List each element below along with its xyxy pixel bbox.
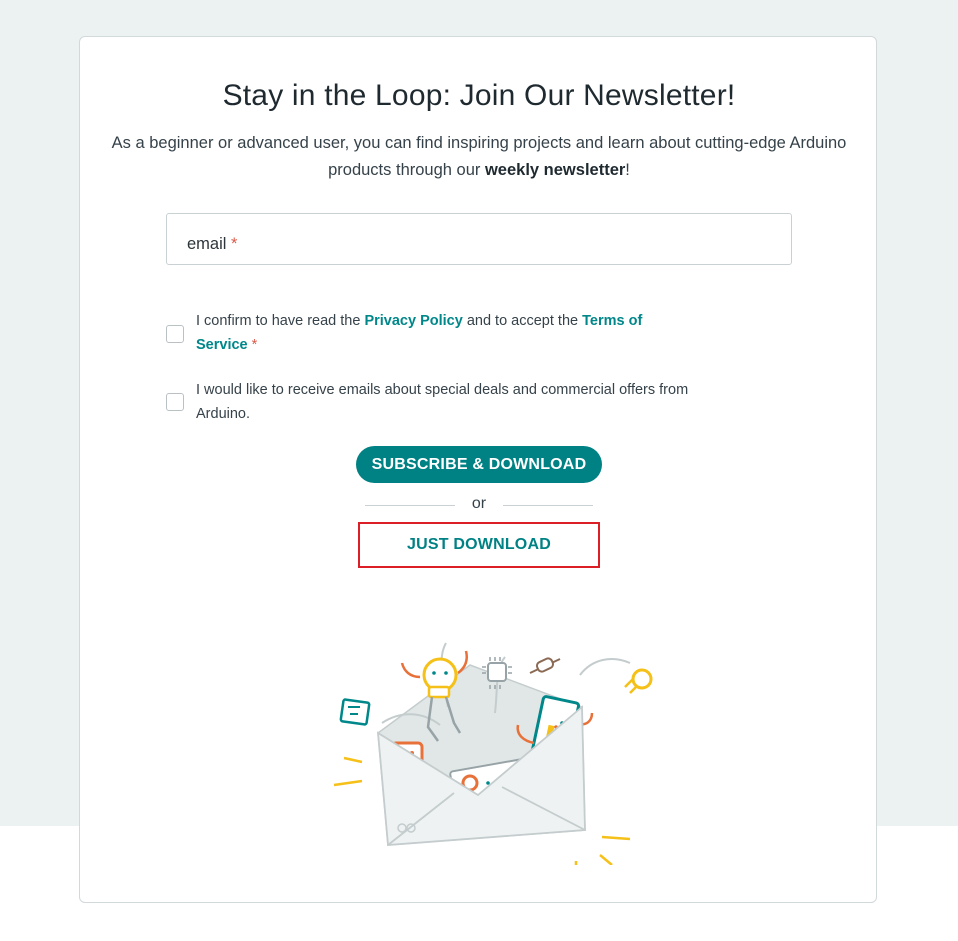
newsletter-title: Stay in the Loop: Join Our Newsletter! [222, 79, 736, 112]
divider-left [365, 505, 455, 506]
required-marker: * [251, 336, 258, 353]
email-label-text: email [187, 235, 227, 253]
subtitle-bold: weekly newsletter [484, 161, 626, 179]
privacy-text-before: I confirm to have read the [196, 313, 365, 329]
privacy-consent-text: I confirm to have read the Privacy Polic… [196, 310, 676, 357]
divider-right [503, 505, 593, 506]
newsletter-subtitle: As a beginner or advanced user, you can … [110, 130, 848, 184]
subtitle-text: As a beginner or advanced user, you can … [111, 134, 847, 179]
privacy-checkbox[interactable] [166, 325, 184, 343]
envelope-with-arduino-boards-icon [333, 642, 653, 865]
privacy-policy-link[interactable]: Privacy Policy [364, 313, 462, 329]
offers-checkbox[interactable] [166, 393, 184, 411]
subscribe-download-button[interactable]: SUBSCRIBE & DOWNLOAD [356, 446, 602, 483]
email-label: email * [187, 235, 237, 254]
subtitle-end: ! [625, 161, 630, 179]
email-field[interactable]: email * [166, 213, 792, 265]
privacy-text-middle: and to accept the [462, 313, 583, 329]
newsletter-card: Stay in the Loop: Join Our Newsletter! A… [79, 36, 877, 903]
just-download-label: JUST DOWNLOAD [407, 536, 551, 553]
or-separator: or [471, 495, 487, 512]
offers-consent-text: I would like to receive emails about spe… [196, 382, 689, 422]
just-download-button[interactable]: JUST DOWNLOAD [358, 522, 600, 568]
required-marker: * [231, 235, 238, 253]
